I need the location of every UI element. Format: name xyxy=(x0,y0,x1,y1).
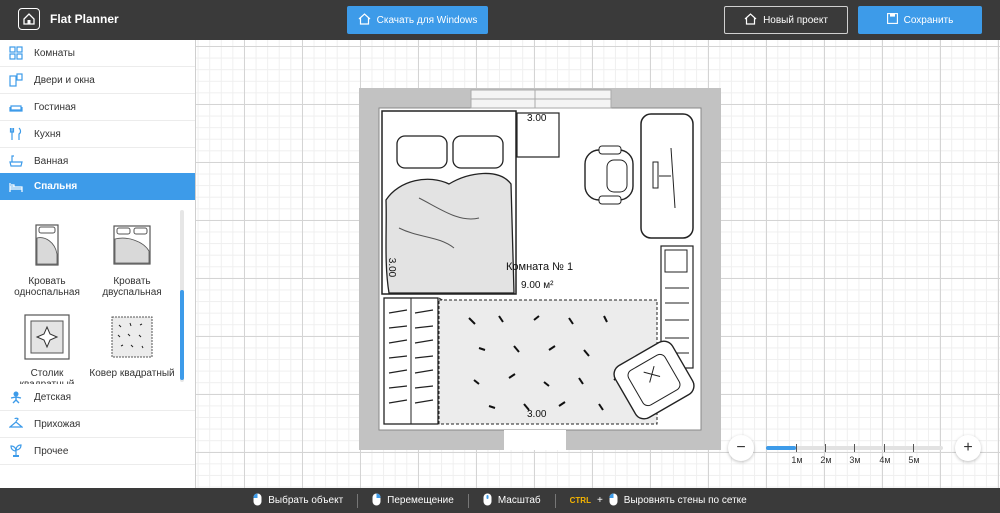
sidebar-item-label: Ванная xyxy=(34,155,69,167)
zoom-out-button[interactable]: − xyxy=(728,435,754,461)
sidebar-item-label: Спальня xyxy=(34,181,78,192)
rooms-icon xyxy=(8,45,24,61)
sidebar-item-living-room[interactable]: Гостиная xyxy=(0,94,195,121)
doors-windows-icon xyxy=(8,72,24,88)
zoom-in-button[interactable]: + xyxy=(955,435,981,461)
bathtub-icon xyxy=(8,153,24,169)
divider xyxy=(357,493,359,508)
zoom-tick xyxy=(854,444,855,452)
mouse-left-icon xyxy=(609,493,618,509)
catalog-item-double-bed[interactable]: Кровать двуспальная xyxy=(87,222,177,298)
catalog-item-label: Кровать односпальная xyxy=(14,276,80,298)
dimension-left: 3.00 xyxy=(386,257,398,278)
zoom-tick xyxy=(913,444,914,452)
sidebar-item-label: Комнаты xyxy=(34,47,75,59)
sidebar-item-label: Кухня xyxy=(34,128,61,140)
sidebar-item-doors-windows[interactable]: Двери и окна xyxy=(0,67,195,94)
desk[interactable] xyxy=(640,113,694,239)
app-logo-icon xyxy=(18,8,40,30)
zoom-tick xyxy=(796,444,797,452)
catalog-item-label: Кровать двуспальная xyxy=(102,276,162,298)
app-title: Flat Planner xyxy=(50,12,119,26)
divider xyxy=(554,493,556,508)
bed-icon xyxy=(8,179,24,195)
save-button[interactable]: Сохранить xyxy=(858,6,982,34)
home-icon xyxy=(358,12,371,28)
square-rug-icon xyxy=(109,314,155,360)
kids-icon xyxy=(8,389,24,405)
zoom-label: 4м xyxy=(879,455,891,465)
double-bed-icon xyxy=(109,222,155,268)
hint-label: Выровнять стены по сетке xyxy=(623,495,747,506)
furniture-catalog: Кровать односпальная Кровать двуспальная… xyxy=(0,200,195,390)
house-icon xyxy=(744,12,757,28)
ctrl-key: CTRL xyxy=(569,496,591,505)
zoom-label: 3м xyxy=(849,455,861,465)
mouse-right-icon xyxy=(372,493,381,509)
zoom-slider-fill[interactable] xyxy=(766,446,796,450)
room-name: Комната № 1 xyxy=(506,261,574,273)
save-icon xyxy=(886,13,898,27)
catalog-item-square-table[interactable]: Столик квадратный xyxy=(2,314,92,390)
room-area: 9.00 м² xyxy=(521,280,554,291)
new-project-button[interactable]: Новый проект xyxy=(724,6,848,34)
zoom-tick xyxy=(884,444,885,452)
new-project-label: Новый проект xyxy=(763,14,828,26)
catalog-scrollbar[interactable] xyxy=(180,290,184,380)
dimension-bottom: 3.00 xyxy=(527,409,547,420)
hint-label: Выбрать объект xyxy=(268,495,344,506)
dimension-top: 3.00 xyxy=(527,113,547,124)
divider xyxy=(467,493,469,508)
square-table-icon xyxy=(24,314,70,360)
download-windows-button[interactable]: Скачать для Windows xyxy=(347,6,488,34)
mouse-left-icon xyxy=(253,493,262,509)
plus-icon: + xyxy=(963,439,973,456)
hint-label: Масштаб xyxy=(497,495,541,506)
sidebar-item-bedroom[interactable]: Спальня xyxy=(0,173,195,200)
catalog-item-label: Ковер квадратный xyxy=(89,368,175,379)
sidebar-item-kids[interactable]: Детская xyxy=(0,384,195,411)
sidebar-item-bathroom[interactable]: Ванная xyxy=(0,148,195,175)
mouse-wheel-icon xyxy=(483,493,492,509)
zoom-label: 5м xyxy=(908,455,920,465)
save-label: Сохранить xyxy=(903,14,954,26)
single-bed-icon xyxy=(24,222,70,268)
zoom-label: 1м xyxy=(791,455,803,465)
double-bed[interactable] xyxy=(381,110,517,295)
sidebar-item-hallway[interactable]: Прихожая xyxy=(0,411,195,438)
sidebar-item-rooms[interactable]: Комнаты xyxy=(0,40,195,67)
hint-zoom: Масштаб xyxy=(483,493,541,509)
sidebar-item-label: Прочее xyxy=(34,445,69,457)
download-windows-label: Скачать для Windows xyxy=(376,14,478,26)
sidebar-item-label: Гостиная xyxy=(34,101,76,113)
minus-icon: − xyxy=(736,439,746,456)
door-bottom xyxy=(504,430,566,450)
cutlery-icon xyxy=(8,126,24,142)
sidebar-item-other[interactable]: Прочее xyxy=(0,438,195,465)
catalog-item-square-rug[interactable]: Ковер квадратный xyxy=(87,314,177,379)
sidebar-item-label: Двери и окна xyxy=(34,74,95,86)
hanger-icon xyxy=(8,416,24,432)
hint-align-walls: CTRL + Выровнять стены по сетке xyxy=(570,493,747,509)
zoom-tick xyxy=(825,444,826,452)
plan-canvas[interactable]: 3.00 3.00 3.00 Комната № 1 9.00 м² − 1м … xyxy=(196,40,1000,488)
hint-move: Перемещение xyxy=(372,493,454,509)
top-bar: Flat Planner Скачать для Windows Новый п… xyxy=(0,0,1000,40)
hint-label: Перемещение xyxy=(387,495,454,506)
catalog-item-single-bed[interactable]: Кровать односпальная xyxy=(2,222,92,298)
zoom-label: 2м xyxy=(820,455,832,465)
sidebar-item-label: Детская xyxy=(34,391,72,403)
desk-chair[interactable] xyxy=(584,145,634,205)
sidebar: Комнаты Двери и окна Гостиная Кухня Ванн… xyxy=(0,40,196,488)
sidebar-item-label: Прихожая xyxy=(34,418,81,430)
plus-sign: + xyxy=(596,495,603,506)
hint-select: Выбрать объект xyxy=(253,493,343,509)
hint-bar: Выбрать объект Перемещение Масштаб CTRL … xyxy=(0,488,1000,513)
plant-icon xyxy=(8,443,24,459)
sidebar-item-kitchen[interactable]: Кухня xyxy=(0,121,195,148)
sofa-icon xyxy=(8,99,24,115)
